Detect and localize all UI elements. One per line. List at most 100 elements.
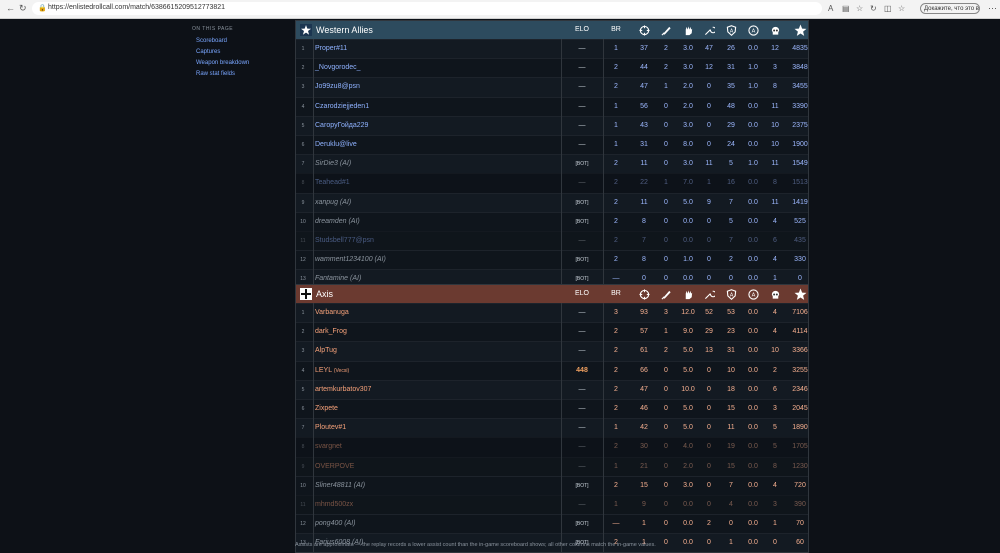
stat-glove-value: 5.0 [683,404,693,412]
player-name[interactable]: Deruklu@live [315,136,357,154]
stat-circle-a-value: 1.0 [748,160,758,168]
profile-button[interactable]: Докажите, что это вы [920,3,980,14]
stat-knife-value: 0 [664,140,668,148]
back-icon[interactable]: ← [6,3,15,13]
stat-circle-a-value: 0.0 [748,140,758,148]
knife-icon [654,21,678,39]
stat-circle-a-value: 0.0 [748,443,758,451]
stat-knife-value: 0 [664,481,668,489]
stat-circle-a-value: 0.0 [748,328,758,336]
player-name[interactable]: LEYL (Vecsi) [315,362,349,380]
nav-link-weapon-breakdown[interactable]: Weapon breakdown [196,58,249,69]
elo-value: [BOT] [575,218,589,225]
player-name[interactable]: Czarodziejjeden1 [315,98,369,116]
player-name[interactable]: dreamden (AI) [315,213,360,231]
player-name[interactable]: _Novgorodec_ [315,59,361,77]
split-screen-icon[interactable]: ◫ [884,4,892,13]
player-name[interactable]: CaгорyГойда229 [315,117,368,135]
player-name[interactable]: OVERPOVE [315,458,354,476]
stat-circle-a-value: 0.0 [748,121,758,129]
player-name[interactable]: mhmd500zx [315,496,353,514]
row-number: 10 [300,482,306,489]
row-number: 7 [301,425,305,432]
player-name[interactable]: svargnet [315,438,342,456]
stat-shield-a-value: 23 [727,328,735,336]
nav-link-scoreboard[interactable]: Scoreboard [196,36,249,47]
svg-text:A: A [751,292,755,298]
player-name[interactable]: dark_Frog [315,323,347,341]
player-row: 2 _Novgorodec_ — 2 44 2 3.0 12 31 1.0 3 3848 [296,58,808,78]
player-name[interactable]: Zixpete [315,400,338,418]
stat-knife-value: 3 [664,309,668,316]
stat-skull-value: 12 [771,45,779,52]
player-name[interactable]: Ploutev#1 [315,419,346,437]
stat-shield-a-value: 24 [727,140,735,148]
stat-circle-a-value: 0.0 [748,217,758,225]
stat-glove-value: 0.0 [683,500,693,508]
stat-star-value: 3255 [792,366,808,374]
refresh-icon[interactable]: ↻ [870,4,877,13]
more-icon[interactable]: ⋯ [988,3,997,14]
player-name-text: Ploutev#1 [315,424,347,432]
on-this-page-nav: ON THIS PAGE Scoreboard Captures Weapon … [192,26,249,80]
stat-glove-value: 5.0 [683,366,693,374]
stat-crosshair-value: 8 [642,256,646,264]
stat-glove-value: 5.0 [683,198,693,206]
player-row: 6 Deruklu@live — 1 31 0 8.0 0 24 0.0 10 1900 [296,134,808,155]
player-name[interactable]: Studsbell777@psn [315,232,374,250]
player-name[interactable]: SirDie3 (AI) [315,155,351,173]
translate-icon[interactable]: A [828,4,833,13]
stat-glove-value: 9.0 [683,328,693,336]
stat-knife-value: 0 [664,424,668,432]
player-row: 11 mhmd500zx — 1 9 0 0.0 0 4 0.0 3 390 [296,494,808,515]
player-name[interactable]: artemkurbatov307 [315,381,371,399]
stat-skull-value: 3 [773,404,777,412]
player-name[interactable]: Teahead#1 [315,174,350,192]
player-name-text: Fantamine (AI) [315,275,362,283]
favorites-bar-icon[interactable]: ☆ [898,4,905,13]
player-name[interactable]: AlpTug [315,342,337,360]
stat-knife-value: 0 [664,236,668,244]
row-number: 12 [300,257,306,264]
stat-wrench-value: 0 [707,385,711,393]
player-name[interactable]: Proper#11 [315,40,347,58]
stat-glove-value: 5.0 [683,347,693,355]
stat-knife-value: 0 [664,217,668,225]
nav-link-raw-stat-fields[interactable]: Raw stat fields [196,69,249,80]
row-number: 12 [300,521,306,528]
star-icon [788,21,812,39]
player-name[interactable]: xanpug (AI) [315,194,351,212]
reload-icon[interactable]: ↻ [19,3,27,14]
row-number: 3 [301,348,305,355]
stat-wrench-value: 29 [705,328,713,336]
player-name[interactable]: wamment1234100 (AI) [315,251,386,269]
row-number: 11 [300,501,306,508]
player-name-text: pong400 (AI) [315,520,356,528]
player-name[interactable]: Jo99zu8@psn [315,78,360,96]
elo-value: — [578,64,586,72]
stat-crosshair-value: 8 [642,217,646,225]
elo-value: — [578,347,586,355]
stat-wrench-value: 0 [707,481,711,489]
address-bar[interactable]: 🔒 https://enlistedrollcall.com/match/638… [32,2,822,15]
stat-star-value: 1705 [792,443,808,451]
stat-skull-value: 8 [773,179,777,187]
favorite-icon[interactable]: ☆ [856,4,863,13]
stat-wrench-value: 0 [707,102,711,110]
player-name-text: artemkurbatov307 [315,385,372,393]
br-value: 1 [614,102,618,110]
reader-icon[interactable]: ▤ [842,4,850,13]
player-name[interactable]: Sliner48811 (AI) [315,477,365,495]
row-number: 2 [301,329,305,336]
stat-skull-value: 4 [773,328,777,336]
nav-link-captures[interactable]: Captures [196,47,249,58]
stat-star-value: 7106 [792,309,808,316]
column-divider [603,39,604,289]
br-value: — [612,520,620,528]
stat-wrench-value: 0 [707,424,711,432]
stat-glove-value: 8.0 [683,140,693,148]
stat-shield-a-value: 0 [729,520,733,528]
player-name[interactable]: pong400 (AI) [315,515,355,533]
elo-value: [BOT] [575,161,589,168]
player-name[interactable]: Varbanuga [315,304,349,322]
